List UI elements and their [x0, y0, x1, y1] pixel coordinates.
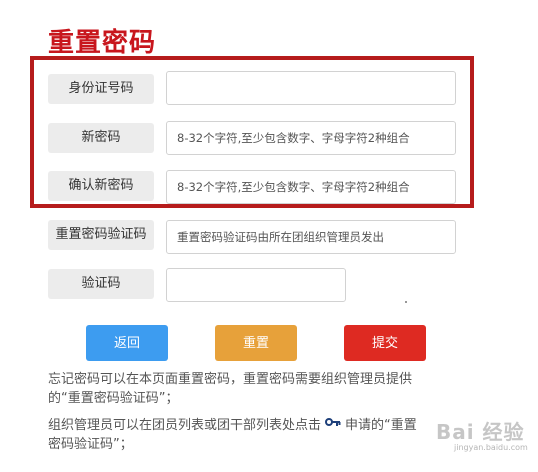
submit-button[interactable]: 提交 — [344, 325, 426, 361]
note-reset-info-line1: 忘记密码可以在本页面重置密码，重置密码需要组织管理员提供 — [48, 372, 413, 387]
watermark-logo: Bai 经验 jingyan.baidu.com — [436, 416, 532, 462]
note-admin-info-text1: 组织管理员可以在团员列表或团干部列表处点击 — [48, 418, 322, 433]
captcha-label: 验证码 — [48, 269, 154, 299]
reset-code-input[interactable] — [166, 220, 456, 254]
confirm-password-input[interactable] — [166, 170, 456, 204]
new-password-input[interactable] — [166, 121, 456, 155]
note-admin-info-line2: 密码验证码”； — [48, 437, 133, 452]
reset-button[interactable]: 重置 — [215, 325, 297, 361]
back-button[interactable]: 返回 — [86, 325, 168, 361]
reset-code-label: 重置密码验证码 — [48, 220, 154, 250]
confirm-password-label: 确认新密码 — [48, 171, 154, 201]
watermark-url: jingyan.baidu.com — [454, 443, 528, 452]
id-number-label: 身份证号码 — [48, 74, 154, 104]
captcha-input[interactable] — [166, 268, 346, 302]
note-admin-info-text2: 申请的“重置 — [345, 418, 417, 433]
page-title: 重置密码 — [48, 28, 157, 58]
id-number-input[interactable] — [166, 71, 456, 105]
watermark-text: Bai 经验 — [436, 420, 525, 444]
note-reset-info: 忘记密码可以在本页面重置密码，重置密码需要组织管理员提供 的“重置密码验证码”； — [48, 370, 478, 408]
note-admin-info: 组织管理员可以在团员列表或团干部列表处点击 申请的“重置 密码验证码”； — [48, 416, 478, 454]
new-password-label: 新密码 — [48, 123, 154, 153]
note-reset-info-line2: 的“重置密码验证码”； — [48, 391, 179, 406]
note-admin-info-line1: 组织管理员可以在团员列表或团干部列表处点击 申请的“重置 — [48, 416, 478, 435]
stray-dot — [405, 301, 407, 303]
key-icon[interactable] — [325, 416, 341, 435]
